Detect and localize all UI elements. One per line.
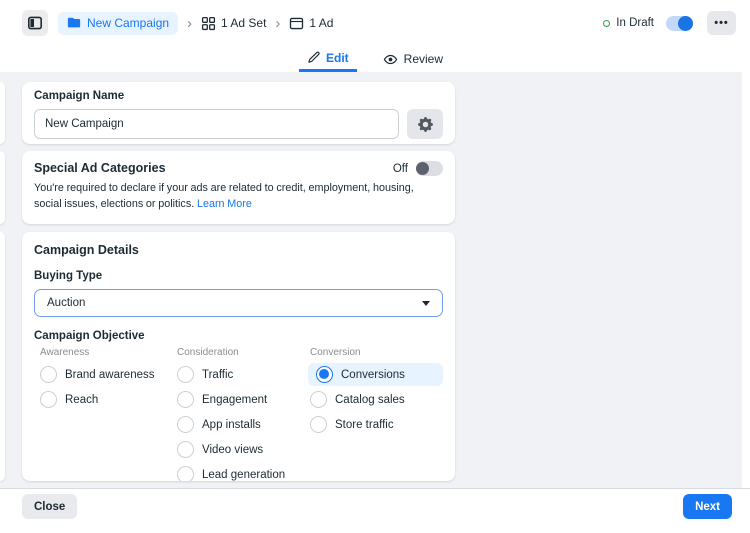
- pencil-icon: [307, 51, 320, 64]
- objective-option-app-installs[interactable]: App installs: [175, 413, 308, 436]
- special-ad-categories-title: Special Ad Categories: [34, 161, 166, 176]
- campaign-objective-label: Campaign Objective: [34, 330, 443, 343]
- radio-icon: [40, 391, 57, 408]
- campaign-name-label: Campaign Name: [34, 90, 443, 103]
- objective-option-catalog-sales[interactable]: Catalog sales: [308, 388, 443, 411]
- draft-toggle[interactable]: [666, 16, 693, 31]
- objective-column-awareness: Awareness Brand awareness Reach: [38, 347, 175, 481]
- tab-review-label: Review: [404, 52, 443, 66]
- breadcrumb-campaign-label: New Campaign: [87, 16, 169, 30]
- campaign-name-card: Campaign Name: [22, 82, 455, 144]
- toggle-knob: [678, 16, 693, 31]
- offscreen-card-edge: [0, 82, 5, 144]
- buying-type-value: Auction: [47, 297, 85, 309]
- radio-icon: [310, 391, 327, 408]
- breadcrumb-ad-label: 1 Ad: [309, 16, 333, 30]
- sidebar-panel-icon: [27, 15, 43, 31]
- objective-option-conversions[interactable]: Conversions: [308, 363, 443, 386]
- offscreen-card-edge: [0, 151, 5, 224]
- chevron-right-icon: ›: [187, 16, 192, 31]
- tab-bar: Edit Review: [0, 46, 750, 72]
- eye-icon: [383, 52, 398, 67]
- objective-option-lead-generation[interactable]: Lead generation: [175, 463, 308, 481]
- toggle-knob: [416, 162, 429, 175]
- breadcrumb-campaign[interactable]: New Campaign: [58, 12, 178, 35]
- tab-edit-label: Edit: [326, 51, 349, 65]
- draft-status-icon: [603, 20, 610, 27]
- footer-bar: Close Next: [0, 488, 750, 533]
- special-ad-categories-card: Special Ad Categories Off You're require…: [22, 151, 455, 224]
- option-label: Store traffic: [335, 419, 394, 431]
- column-header: Consideration: [175, 347, 308, 359]
- option-label: Catalog sales: [335, 394, 405, 406]
- objective-option-brand-awareness[interactable]: Brand awareness: [38, 363, 175, 386]
- top-bar: New Campaign › 1 Ad Set › 1 Ad In Draft …: [0, 0, 750, 46]
- column-header: Awareness: [38, 347, 175, 359]
- gear-icon: [418, 117, 433, 132]
- buying-type-label: Buying Type: [34, 270, 443, 283]
- breadcrumb-ad[interactable]: 1 Ad: [289, 16, 333, 31]
- objective-columns: Awareness Brand awareness Reach Consider…: [38, 347, 443, 481]
- tab-edit[interactable]: Edit: [299, 46, 357, 72]
- caret-down-icon: [422, 301, 430, 306]
- option-label: Reach: [65, 394, 98, 406]
- option-label: Video views: [202, 444, 263, 456]
- chevron-right-icon: ›: [275, 16, 280, 31]
- objective-option-engagement[interactable]: Engagement: [175, 388, 308, 411]
- objective-option-store-traffic[interactable]: Store traffic: [308, 413, 443, 436]
- option-label: Lead generation: [202, 469, 285, 481]
- grid-icon: [201, 16, 216, 31]
- special-ad-toggle[interactable]: [416, 161, 443, 176]
- learn-more-link[interactable]: Learn More: [197, 198, 252, 210]
- objective-option-traffic[interactable]: Traffic: [175, 363, 308, 386]
- campaign-name-settings-button[interactable]: [407, 109, 443, 139]
- radio-icon: [177, 416, 194, 433]
- breadcrumb: New Campaign › 1 Ad Set › 1 Ad: [22, 0, 333, 46]
- radio-icon: [310, 416, 327, 433]
- folder-icon: [67, 16, 81, 30]
- offscreen-card-edge: [0, 232, 5, 481]
- radio-icon: [177, 441, 194, 458]
- objective-column-conversion: Conversion Conversions Catalog sales Sto…: [308, 347, 443, 481]
- column-header: Conversion: [308, 347, 443, 359]
- radio-selected-icon: [316, 366, 333, 383]
- ad-icon: [289, 16, 304, 31]
- campaign-name-input[interactable]: [34, 109, 399, 139]
- objective-column-consideration: Consideration Traffic Engagement App ins…: [175, 347, 308, 481]
- content-area: Campaign Name Special Ad Categories Off …: [0, 72, 742, 488]
- topbar-right-group: In Draft •••: [603, 0, 736, 46]
- next-button[interactable]: Next: [683, 494, 732, 519]
- radio-icon: [40, 366, 57, 383]
- option-label: Traffic: [202, 369, 233, 381]
- special-ad-description: You're required to declare if your ads a…: [34, 180, 434, 212]
- more-options-button[interactable]: •••: [707, 11, 736, 35]
- option-label: Conversions: [341, 369, 405, 381]
- breadcrumb-ad-set[interactable]: 1 Ad Set: [201, 16, 266, 31]
- special-ad-toggle-state-label: Off: [393, 163, 408, 175]
- option-label: Engagement: [202, 394, 267, 406]
- tab-review[interactable]: Review: [375, 46, 451, 72]
- option-label: Brand awareness: [65, 369, 155, 381]
- breadcrumb-ad-set-label: 1 Ad Set: [221, 16, 266, 30]
- campaign-details-card: Campaign Details Buying Type Auction Cam…: [22, 232, 455, 481]
- draft-status-label: In Draft: [616, 17, 654, 29]
- objective-option-reach[interactable]: Reach: [38, 388, 175, 411]
- radio-icon: [177, 466, 194, 481]
- campaign-details-title: Campaign Details: [34, 243, 443, 258]
- radio-icon: [177, 366, 194, 383]
- buying-type-select[interactable]: Auction: [34, 289, 443, 317]
- close-button[interactable]: Close: [22, 494, 77, 519]
- sidebar-toggle-button[interactable]: [22, 10, 48, 36]
- radio-icon: [177, 391, 194, 408]
- objective-option-video-views[interactable]: Video views: [175, 438, 308, 461]
- option-label: App installs: [202, 419, 261, 431]
